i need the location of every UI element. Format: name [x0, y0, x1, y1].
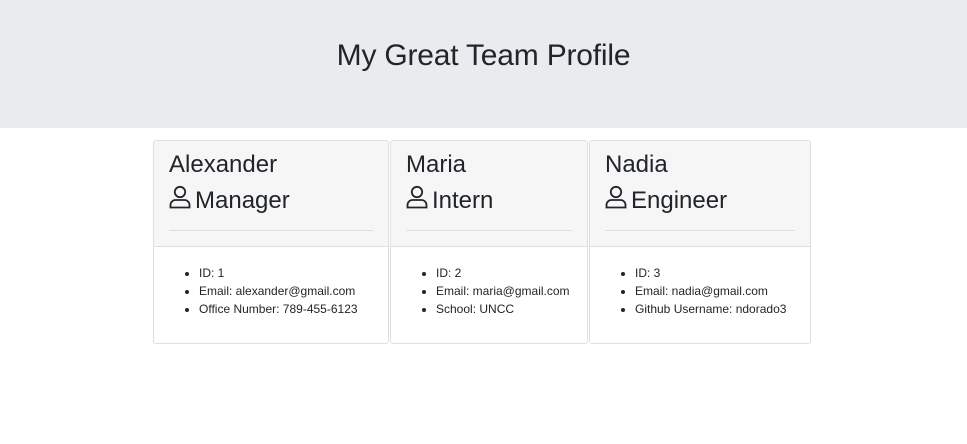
employee-card-engineer: Nadia Engineer ID: 3 Email: nadia@gmail.…: [589, 140, 811, 344]
detail-id: ID: 1: [199, 264, 373, 282]
user-icon: [169, 185, 195, 216]
card-body: ID: 3 Email: nadia@gmail.com Github User…: [590, 247, 810, 318]
details-list: ID: 3 Email: nadia@gmail.com Github User…: [605, 264, 795, 318]
role-label: Intern: [432, 186, 494, 214]
details-list: ID: 2 Email: maria@gmail.com School: UNC…: [406, 264, 572, 318]
page-title: My Great Team Profile: [336, 39, 631, 72]
card-body: ID: 2 Email: maria@gmail.com School: UNC…: [391, 247, 587, 318]
user-icon: [605, 185, 631, 216]
detail-id: ID: 2: [436, 264, 572, 282]
divider: [406, 230, 572, 231]
employee-name: Alexander: [169, 151, 278, 178]
card-header: Maria Intern: [391, 141, 587, 247]
card-header: Nadia Engineer: [590, 141, 810, 247]
detail-email: Email: alexander@gmail.com: [199, 282, 373, 300]
detail-email: Email: nadia@gmail.com: [635, 282, 795, 300]
employee-name: Nadia: [605, 151, 668, 178]
divider: [169, 230, 373, 231]
employee-role: Intern: [406, 185, 572, 216]
user-icon: [406, 185, 432, 216]
page-header: My Great Team Profile: [0, 0, 967, 128]
detail-office-number: Office Number: 789-455-6123: [199, 300, 373, 318]
detail-id: ID: 3: [635, 264, 795, 282]
employee-role: Manager: [169, 185, 373, 216]
employee-role: Engineer: [605, 185, 795, 216]
detail-email: Email: maria@gmail.com: [436, 282, 572, 300]
role-label: Manager: [195, 186, 290, 214]
card-header: Alexander Manager: [154, 141, 388, 247]
detail-school: School: UNCC: [436, 300, 572, 318]
team-cards: Alexander Manager ID: 1 Email: alexander…: [153, 140, 811, 344]
employee-name: Maria: [406, 151, 467, 178]
employee-card-manager: Alexander Manager ID: 1 Email: alexander…: [153, 140, 389, 344]
employee-card-intern: Maria Intern ID: 2 Email: maria@gmail.co…: [390, 140, 588, 344]
card-body: ID: 1 Email: alexander@gmail.com Office …: [154, 247, 388, 318]
role-label: Engineer: [631, 186, 728, 214]
details-list: ID: 1 Email: alexander@gmail.com Office …: [169, 264, 373, 318]
detail-github-username: Github Username: ndorado3: [635, 300, 795, 318]
divider: [605, 230, 795, 231]
